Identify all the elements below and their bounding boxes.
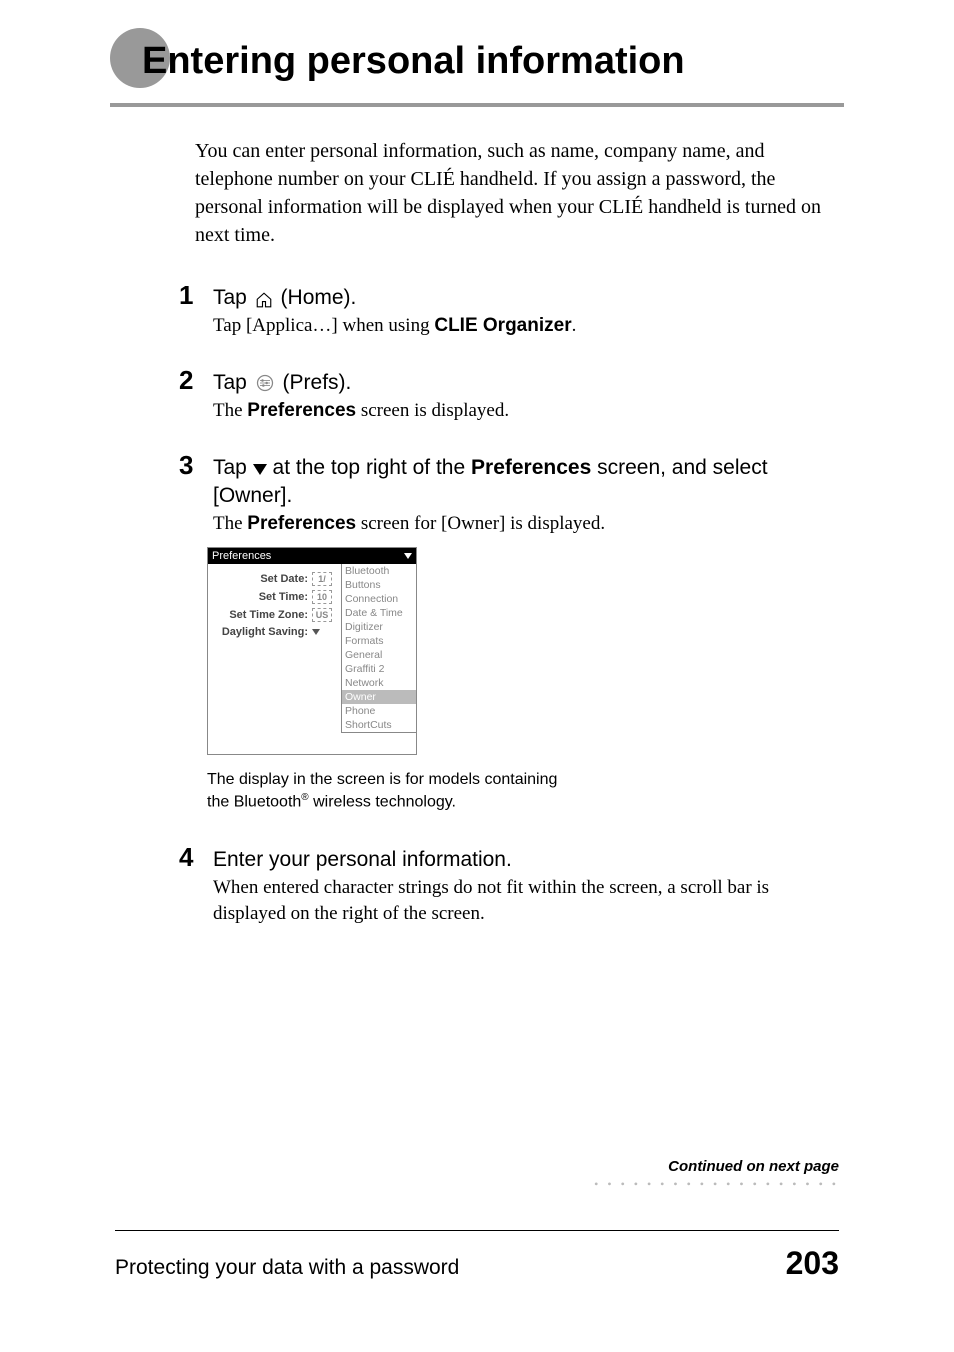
prefs-val-time: 10 — [312, 590, 332, 604]
intro-paragraph: You can enter personal information, such… — [195, 137, 839, 249]
step-1-sub: Tap [Applica…] when using CLIE Organizer… — [213, 313, 839, 339]
dropdown-item: Owner — [342, 690, 416, 704]
dropdown-item: Digitizer — [342, 620, 416, 634]
dropdown-arrow-icon — [404, 553, 412, 559]
preferences-screenshot: Preferences Set Date: 1/ Set Time: 10 — [207, 547, 417, 755]
screenshot-caption: The display in the screen is for models … — [207, 769, 839, 814]
step-2: 2 Tap (Prefs). The Preferences screen is… — [195, 369, 839, 424]
step-3-main-bold: Preferences — [471, 456, 591, 479]
dropdown-item: Phone — [342, 704, 416, 718]
continued-text: Continued on next page — [594, 1158, 839, 1175]
prefs-val-tz: US — [312, 608, 332, 622]
step-3: 3 Tap at the top right of the Preference… — [195, 454, 839, 814]
step-number-2: 2 — [179, 365, 193, 396]
prefs-dropdown-menu: BluetoothButtonsConnectionDate & TimeDig… — [341, 564, 416, 733]
page-title: Entering personal information — [110, 40, 844, 101]
screenshot-titlebar: Preferences — [208, 548, 416, 564]
home-icon — [255, 289, 273, 307]
step-number-3: 3 — [179, 450, 193, 481]
page-footer: Protecting your data with a password 203 — [115, 1230, 839, 1282]
prefs-label-time: Set Time: — [212, 591, 312, 603]
prefs-val-date: 1/ — [312, 572, 332, 586]
caption-line2-post: wireless technology. — [309, 794, 456, 811]
step-2-main: Tap (Prefs). — [213, 369, 839, 396]
dropdown-item: Formats — [342, 634, 416, 648]
step-number-1: 1 — [179, 280, 193, 311]
footer-page-number: 203 — [786, 1245, 839, 1282]
step-1-sub-post: . — [572, 315, 577, 336]
step-2-sub: The Preferences screen is displayed. — [213, 398, 839, 424]
step-4-main: Enter your personal information. — [213, 846, 839, 873]
registered-symbol: ® — [301, 792, 308, 803]
caption-line1: The display in the screen is for models … — [207, 771, 557, 788]
step-2-sub-pre: The — [213, 400, 247, 421]
step-3-sub-post: screen for [Owner] is displayed. — [356, 513, 605, 534]
step-3-sub: The Preferences screen for [Owner] is di… — [213, 511, 839, 537]
down-triangle-icon — [253, 455, 267, 482]
header-underline — [110, 103, 844, 107]
screenshot-title: Preferences — [212, 550, 271, 562]
step-4: 4 Enter your personal information. When … — [195, 846, 839, 927]
step-3-main-pre: Tap — [213, 456, 253, 479]
step-3-main-mid: at the top right of the — [267, 456, 471, 479]
step-2-sub-bold: Preferences — [247, 400, 356, 421]
dropdown-item: Connection — [342, 592, 416, 606]
step-1-sub-pre: Tap [Applica…] when using — [213, 315, 434, 336]
step-1-main-post: (Home). — [281, 286, 357, 309]
step-4-sub: When entered character strings do not fi… — [213, 875, 839, 926]
dropdown-item: Date & Time — [342, 606, 416, 620]
dropdown-item: Graffiti 2 — [342, 662, 416, 676]
dropdown-item: ShortCuts — [342, 718, 416, 732]
continued-dots: • • • • • • • • • • • • • • • • • • • — [594, 1177, 839, 1192]
dropdown-item: Buttons — [342, 578, 416, 592]
step-2-main-pre: Tap — [213, 371, 253, 394]
step-3-sub-pre: The — [213, 513, 247, 534]
prefs-label-ds: Daylight Saving: — [212, 626, 312, 638]
prefs-label-tz: Set Time Zone: — [212, 609, 312, 621]
dropdown-item: Bluetooth — [342, 564, 416, 578]
continued-notice: Continued on next page • • • • • • • • •… — [594, 1158, 839, 1192]
step-1-sub-bold: CLIE Organizer — [434, 315, 571, 336]
prefs-icon — [255, 373, 275, 393]
footer-section-title: Protecting your data with a password — [115, 1256, 459, 1280]
step-1-main-pre: Tap — [213, 286, 253, 309]
step-1-main: Tap (Home). — [213, 284, 839, 311]
dropdown-item: General — [342, 648, 416, 662]
step-number-4: 4 — [179, 842, 193, 873]
dropdown-item: Network — [342, 676, 416, 690]
step-2-sub-post: screen is displayed. — [356, 400, 509, 421]
step-3-sub-bold: Preferences — [247, 513, 356, 534]
prefs-label-date: Set Date: — [212, 573, 312, 585]
caption-line2-pre: the Bluetooth — [207, 794, 301, 811]
step-2-main-post: (Prefs). — [283, 371, 352, 394]
ds-dropdown-arrow — [312, 626, 320, 638]
step-1: 1 Tap (Home). Tap [Applica…] when using … — [195, 284, 839, 339]
step-3-main: Tap at the top right of the Preferences … — [213, 454, 839, 509]
